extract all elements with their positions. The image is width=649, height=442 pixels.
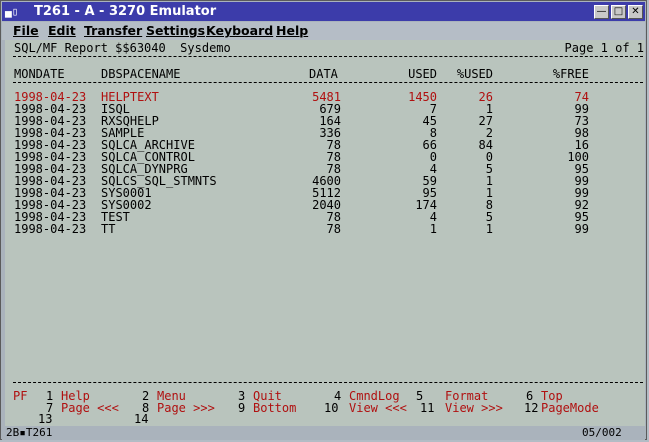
pf-key-label[interactable]: Page <<< [61, 402, 119, 414]
cell-used: 1 [429, 222, 437, 236]
cell-pct-used: 1 [485, 222, 493, 236]
cell-dbspacename: TT [101, 222, 116, 236]
status-left: 2B▪T261 [6, 426, 53, 439]
separator-header [13, 82, 643, 83]
terminal-screen[interactable]: SQL/MF Report $$63040 Sysdemo Page 1 of … [5, 40, 645, 426]
pf-key-number[interactable]: 12 [524, 402, 538, 414]
header-data: DATA [309, 67, 338, 81]
cell-data: 78 [326, 222, 341, 236]
separator-top [13, 56, 643, 57]
page-indicator: Page 1 of 1 [564, 41, 644, 55]
maximize-button[interactable]: □ [611, 5, 626, 19]
pf-key-label[interactable]: Bottom [253, 402, 296, 414]
menu-edit[interactable]: Edit [48, 23, 76, 39]
emulator-window: ▄▯ T261 - A - 3270 Emulator — □ ✕ File E… [0, 0, 647, 440]
status-bar: 2B▪T261 05/002 [2, 426, 645, 440]
pf-key-number[interactable]: 11 [420, 402, 434, 414]
menu-keyboard[interactable]: Keyboard [206, 23, 273, 39]
menu-help[interactable]: Help [276, 23, 308, 39]
system-menu-icon[interactable]: ▄▯ [5, 5, 25, 19]
pf-13[interactable]: 13 [38, 413, 52, 425]
menu-transfer[interactable]: Transfer [84, 23, 142, 39]
report-title: SQL/MF Report $$63040 Sysdemo [14, 41, 231, 55]
header-used: USED [408, 67, 437, 81]
menu-file[interactable]: File [13, 23, 39, 39]
close-button[interactable]: ✕ [628, 5, 643, 19]
pf-key-label[interactable]: Page >>> [157, 402, 215, 414]
separator-bottom [13, 382, 643, 383]
pf-key-label[interactable]: View <<< [349, 402, 407, 414]
pf-label: PF [13, 389, 28, 403]
header-mondate: MONDATE [14, 67, 65, 81]
pf-14[interactable]: 14 [134, 413, 148, 425]
title-bar[interactable]: ▄▯ T261 - A - 3270 Emulator — □ ✕ [2, 2, 645, 21]
minimize-button[interactable]: — [594, 5, 609, 19]
pf-key-label[interactable]: View >>> [445, 402, 503, 414]
pf-key-label[interactable]: PageMode [541, 402, 599, 414]
header-pct-used: %USED [456, 67, 493, 81]
pf-key-number[interactable]: 9 [238, 402, 245, 414]
menu-settings[interactable]: Settings [146, 23, 205, 39]
window-title: T261 - A - 3270 Emulator [34, 4, 217, 19]
header-pct-free: %FREE [552, 67, 589, 81]
pf-key-number[interactable]: 10 [324, 402, 338, 414]
header-dbspacename: DBSPACENAME [101, 67, 181, 81]
cell-mondate: 1998-04-23 [14, 222, 87, 236]
cell-pct-free: 99 [574, 222, 589, 236]
menu-bar: File Edit Transfer Settings Keyboard Hel… [2, 22, 645, 40]
cursor-position: 05/002 [582, 426, 622, 439]
